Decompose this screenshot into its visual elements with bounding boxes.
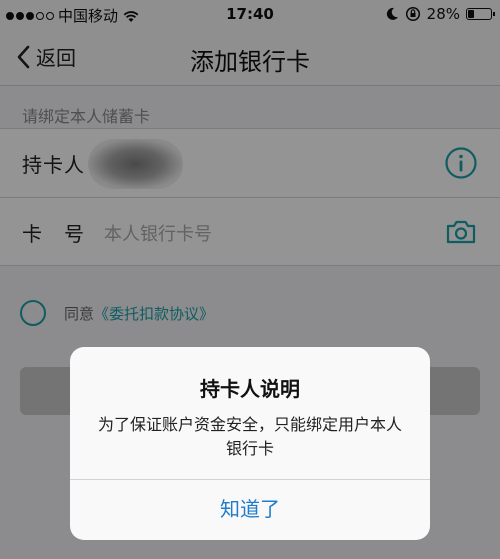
dialog-title: 持卡人说明	[200, 377, 300, 401]
dialog-message: 为了保证账户资金安全，只能绑定用户本人银行卡	[98, 415, 403, 458]
alert-dialog: 持卡人说明 为了保证账户资金安全，只能绑定用户本人银行卡 知道了	[70, 347, 430, 540]
dialog-ok-button[interactable]: 知道了	[70, 480, 430, 540]
